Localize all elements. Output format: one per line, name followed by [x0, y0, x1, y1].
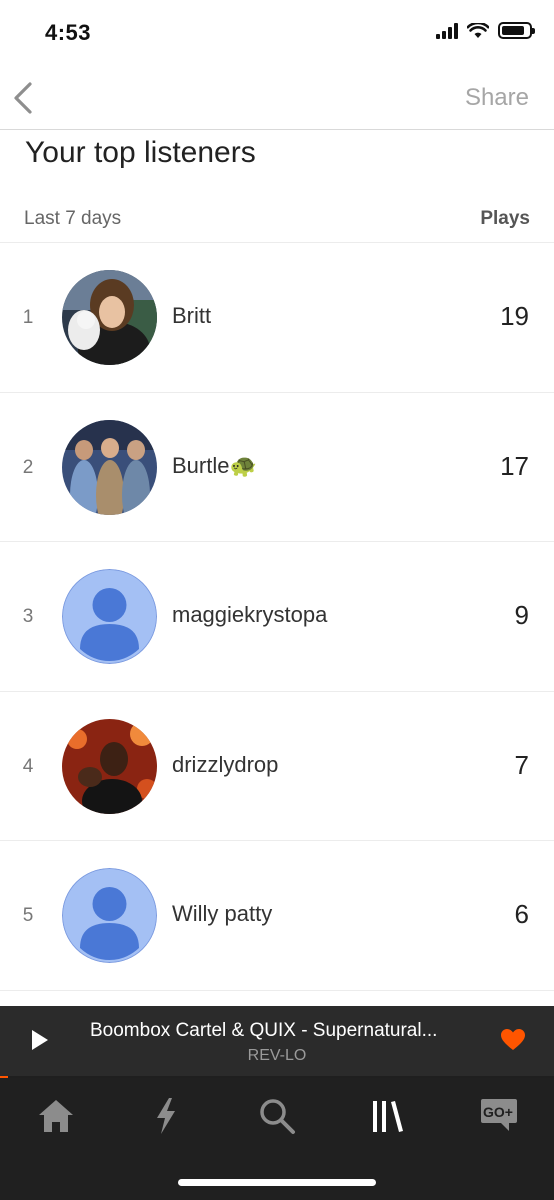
- search-icon: [260, 1099, 295, 1134]
- tab-search[interactable]: [253, 1094, 301, 1138]
- share-button[interactable]: Share: [465, 84, 529, 112]
- like-button[interactable]: [500, 1028, 526, 1057]
- signal-icon: [436, 22, 458, 39]
- listener-name[interactable]: maggiekrystopa: [172, 602, 327, 628]
- play-count: 17: [500, 450, 529, 481]
- listener-name[interactable]: drizzlydrop: [172, 752, 278, 778]
- listener-row[interactable]: 4 drizzlydrop 7: [0, 692, 554, 841]
- play-count: 6: [514, 899, 529, 929]
- library-icon: [373, 1101, 403, 1132]
- lightning-icon: [157, 1098, 175, 1134]
- play-count: 19: [500, 301, 529, 331]
- avatar[interactable]: [62, 569, 157, 664]
- mini-player[interactable]: Boombox Cartel & QUIX - Supernatural... …: [0, 1006, 554, 1076]
- back-button[interactable]: [10, 80, 44, 116]
- wifi-icon: [467, 22, 489, 38]
- battery-level: [502, 26, 525, 35]
- chevron-left-icon: [14, 82, 32, 114]
- listener-rank: 2: [22, 456, 34, 478]
- default-user-icon: [62, 868, 157, 963]
- avatar[interactable]: [62, 270, 157, 365]
- home-indicator: [178, 1179, 376, 1186]
- listener-rank: 3: [22, 606, 34, 627]
- listener-row[interactable]: 5 Willy patty 6: [0, 841, 554, 991]
- track-artist: REV-LO: [247, 1047, 307, 1064]
- listener-row[interactable]: 1 Britt 19: [0, 243, 554, 393]
- avatar[interactable]: [62, 419, 157, 515]
- page-title: Your top listeners: [25, 136, 256, 169]
- track-title[interactable]: Boombox Cartel & QUIX - Supernatural...: [90, 1020, 470, 1042]
- default-user-icon: [62, 569, 157, 664]
- table-header: Last 7 days Plays: [0, 206, 554, 243]
- play-count: 7: [514, 749, 529, 780]
- tab-library[interactable]: [364, 1094, 412, 1138]
- tab-home[interactable]: [32, 1094, 80, 1138]
- heart-icon: [501, 1029, 525, 1050]
- status-icons: [436, 22, 535, 39]
- nav-bar: Share: [0, 66, 554, 130]
- listener-name[interactable]: Burtle🐢: [172, 453, 257, 479]
- listener-name[interactable]: Willy patty: [172, 901, 272, 927]
- plays-header: Plays: [480, 208, 530, 229]
- listener-row[interactable]: 3 maggiekrystopa 9: [0, 542, 554, 692]
- listener-rank: 4: [22, 755, 34, 777]
- turtle-emoji: 🐢: [229, 452, 257, 478]
- avatar[interactable]: [62, 718, 157, 814]
- battery-icon: [498, 22, 535, 39]
- status-time: 4:53: [45, 20, 92, 45]
- tab-stream[interactable]: [142, 1094, 190, 1138]
- avatar[interactable]: [62, 868, 157, 963]
- status-bar: 4:53: [0, 0, 554, 66]
- listener-row[interactable]: 2 Burtle🐢 17: [0, 393, 554, 542]
- listener-name-text: Burtle: [172, 452, 230, 478]
- go-plus-label: GO+: [483, 1104, 513, 1120]
- tab-bar: GO+: [0, 1078, 554, 1200]
- listener-rank: 5: [22, 905, 34, 926]
- home-icon: [39, 1100, 73, 1132]
- listener-name[interactable]: Britt: [172, 303, 211, 329]
- listener-rank: 1: [22, 307, 34, 328]
- tab-go-plus[interactable]: GO+: [475, 1094, 523, 1138]
- play-count: 9: [514, 600, 529, 630]
- listener-list: 1 Britt 19 2 Burtle🐢 17 3 maggiekrystopa…: [0, 243, 554, 991]
- go-plus-icon: GO+: [481, 1099, 517, 1131]
- period-label[interactable]: Last 7 days: [24, 208, 121, 230]
